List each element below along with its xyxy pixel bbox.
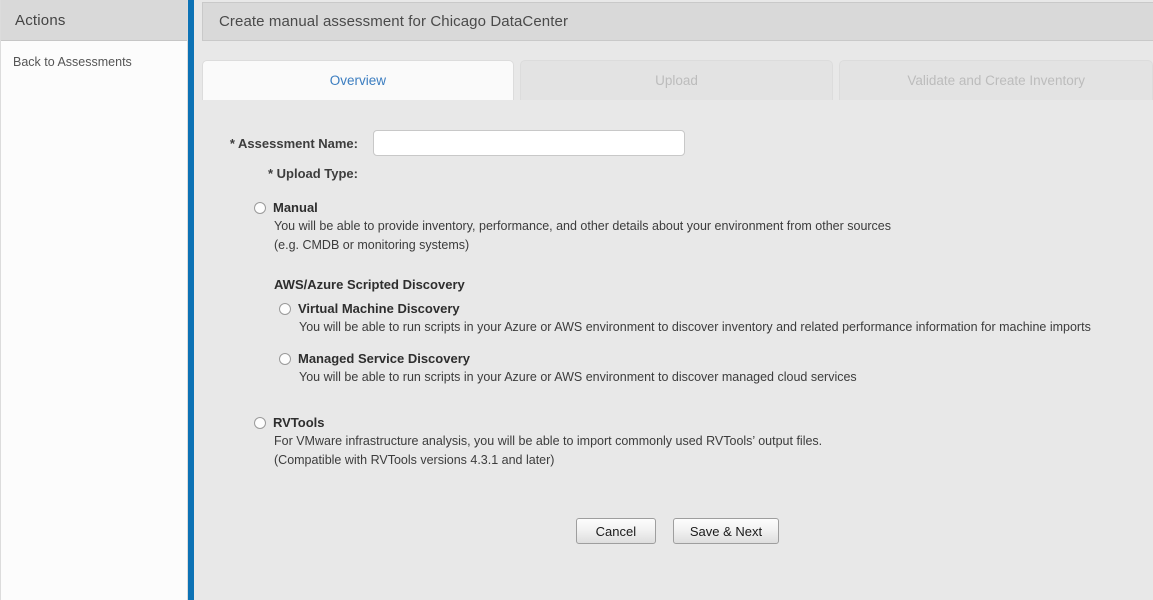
option-vm-discovery-description: You will be able to run scripts in your … <box>299 320 1091 334</box>
option-rvtools-description: For VMware infrastructure analysis, you … <box>274 430 1143 470</box>
assessment-name-label: * Assessment Name: <box>229 135 358 151</box>
radio-rvtools-icon[interactable] <box>254 416 266 429</box>
assessment-name-row: * Assessment Name: <box>218 130 685 156</box>
sidebar-item-back-to-assessments[interactable]: Back to Assessments <box>1 53 187 71</box>
page-root: Actions Back to Assessments Create manua… <box>0 0 1153 600</box>
scripted-discovery-options: Virtual Machine Discovery You will be ab… <box>279 301 1143 387</box>
tab-bar: Overview Upload Validate and Create Inve… <box>202 60 1153 100</box>
upload-type-label: * Upload Type: <box>267 166 358 181</box>
sidebar: Actions Back to Assessments <box>0 0 188 600</box>
overview-form: * Assessment Name: * Upload Type: Manual… <box>202 100 1153 600</box>
option-vm-discovery-head[interactable]: Virtual Machine Discovery <box>279 301 1143 316</box>
option-managed-service-discovery[interactable]: Managed Service Discovery You will be ab… <box>279 351 1143 387</box>
sidebar-header: Actions <box>1 0 187 41</box>
page-header-bar: Create manual assessment for Chicago Dat… <box>202 2 1153 41</box>
tab-validate-and-create-inventory[interactable]: Validate and Create Inventory <box>839 60 1153 100</box>
option-manual-head[interactable]: Manual <box>254 200 1143 215</box>
sidebar-body: Back to Assessments <box>1 41 187 71</box>
save-and-next-button[interactable]: Save & Next <box>672 518 780 544</box>
option-rvtools-desc-line2: (Compatible with RVTools versions 4.3.1 … <box>274 453 555 467</box>
radio-manual-icon[interactable] <box>254 201 266 214</box>
option-managed-service-head[interactable]: Managed Service Discovery <box>279 351 1143 366</box>
option-manual-description: You will be able to provide inventory, p… <box>274 215 1143 255</box>
upload-type-options: Manual You will be able to provide inven… <box>254 200 1143 472</box>
scripted-discovery-heading: AWS/Azure Scripted Discovery <box>274 277 465 292</box>
main-content: Create manual assessment for Chicago Dat… <box>194 0 1153 600</box>
option-manual-title: Manual <box>273 200 318 215</box>
tab-upload-label: Upload <box>655 73 698 88</box>
option-managed-service-title: Managed Service Discovery <box>298 351 470 366</box>
option-rvtools[interactable]: RVTools For VMware infrastructure analys… <box>254 415 1143 470</box>
assessment-name-input[interactable] <box>373 130 685 156</box>
tab-upload[interactable]: Upload <box>519 60 834 100</box>
sidebar-header-title: Actions <box>15 11 66 29</box>
option-managed-service-description: You will be able to run scripts in your … <box>299 370 857 384</box>
option-manual[interactable]: Manual You will be able to provide inven… <box>254 200 1143 255</box>
option-rvtools-desc-line1: For VMware infrastructure analysis, you … <box>274 434 823 448</box>
cancel-button[interactable]: Cancel <box>575 518 656 544</box>
tab-validate-label: Validate and Create Inventory <box>907 73 1085 88</box>
radio-virtual-machine-discovery-icon[interactable] <box>279 302 291 315</box>
option-virtual-machine-discovery[interactable]: Virtual Machine Discovery You will be ab… <box>279 301 1143 337</box>
tab-overview-label: Overview <box>329 73 386 88</box>
page-title: Create manual assessment for Chicago Dat… <box>219 13 569 30</box>
form-actions: Cancel Save & Next <box>202 518 1153 544</box>
option-manual-desc-line2: (e.g. CMDB or monitoring systems) <box>274 238 470 252</box>
option-manual-desc-line1: You will be able to provide inventory, p… <box>274 219 892 233</box>
options-spacer <box>254 401 1143 415</box>
option-rvtools-title: RVTools <box>273 415 325 430</box>
option-rvtools-head[interactable]: RVTools <box>254 415 1143 430</box>
option-vm-discovery-title: Virtual Machine Discovery <box>298 301 460 316</box>
tab-overview[interactable]: Overview <box>202 60 514 100</box>
radio-managed-service-discovery-icon[interactable] <box>279 352 291 365</box>
